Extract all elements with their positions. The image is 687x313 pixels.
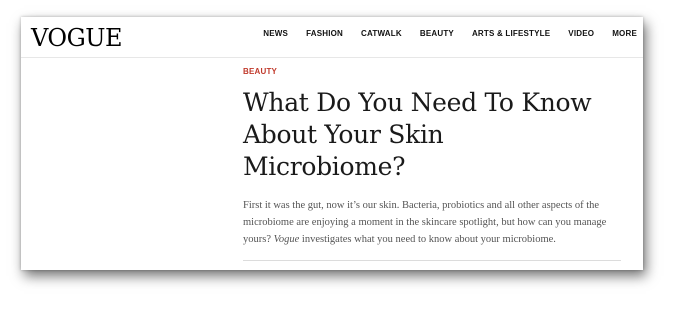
browser-screenshot: VOGUE NEWS FASHION CATWALK BEAUTY ARTS &… (21, 17, 643, 270)
article-title: What Do You Need To Know About Your Skin… (243, 87, 623, 183)
article-title-line-3: Microbiome? (243, 152, 406, 181)
main-nav: NEWS FASHION CATWALK BEAUTY ARTS & LIFES… (245, 29, 637, 38)
article-title-line-2: About Your Skin (243, 120, 444, 149)
site-header: VOGUE NEWS FASHION CATWALK BEAUTY ARTS &… (21, 17, 643, 58)
nav-item-news[interactable]: NEWS (263, 29, 288, 38)
page: VOGUE NEWS FASHION CATWALK BEAUTY ARTS &… (0, 0, 687, 313)
article-header: BEAUTY What Do You Need To Know About Yo… (243, 67, 623, 248)
nav-item-beauty[interactable]: BEAUTY (420, 29, 454, 38)
nav-item-arts-lifestyle[interactable]: ARTS & LIFESTYLE (472, 29, 550, 38)
article-standfirst: First it was the gut, now it’s our skin.… (243, 197, 618, 248)
vogue-logo[interactable]: VOGUE (31, 23, 123, 53)
nav-item-catwalk[interactable]: CATWALK (361, 29, 402, 38)
standfirst-vogue-italic: Vogue (273, 234, 300, 245)
article-title-line-1: What Do You Need To Know (243, 88, 592, 117)
article-divider (243, 260, 621, 261)
nav-item-video[interactable]: VIDEO (568, 29, 594, 38)
nav-item-fashion[interactable]: FASHION (306, 29, 343, 38)
article-category-link[interactable]: BEAUTY (243, 67, 623, 79)
nav-item-more[interactable]: MORE (612, 29, 637, 38)
standfirst-text-2: investigates what you need to know about… (299, 234, 556, 245)
